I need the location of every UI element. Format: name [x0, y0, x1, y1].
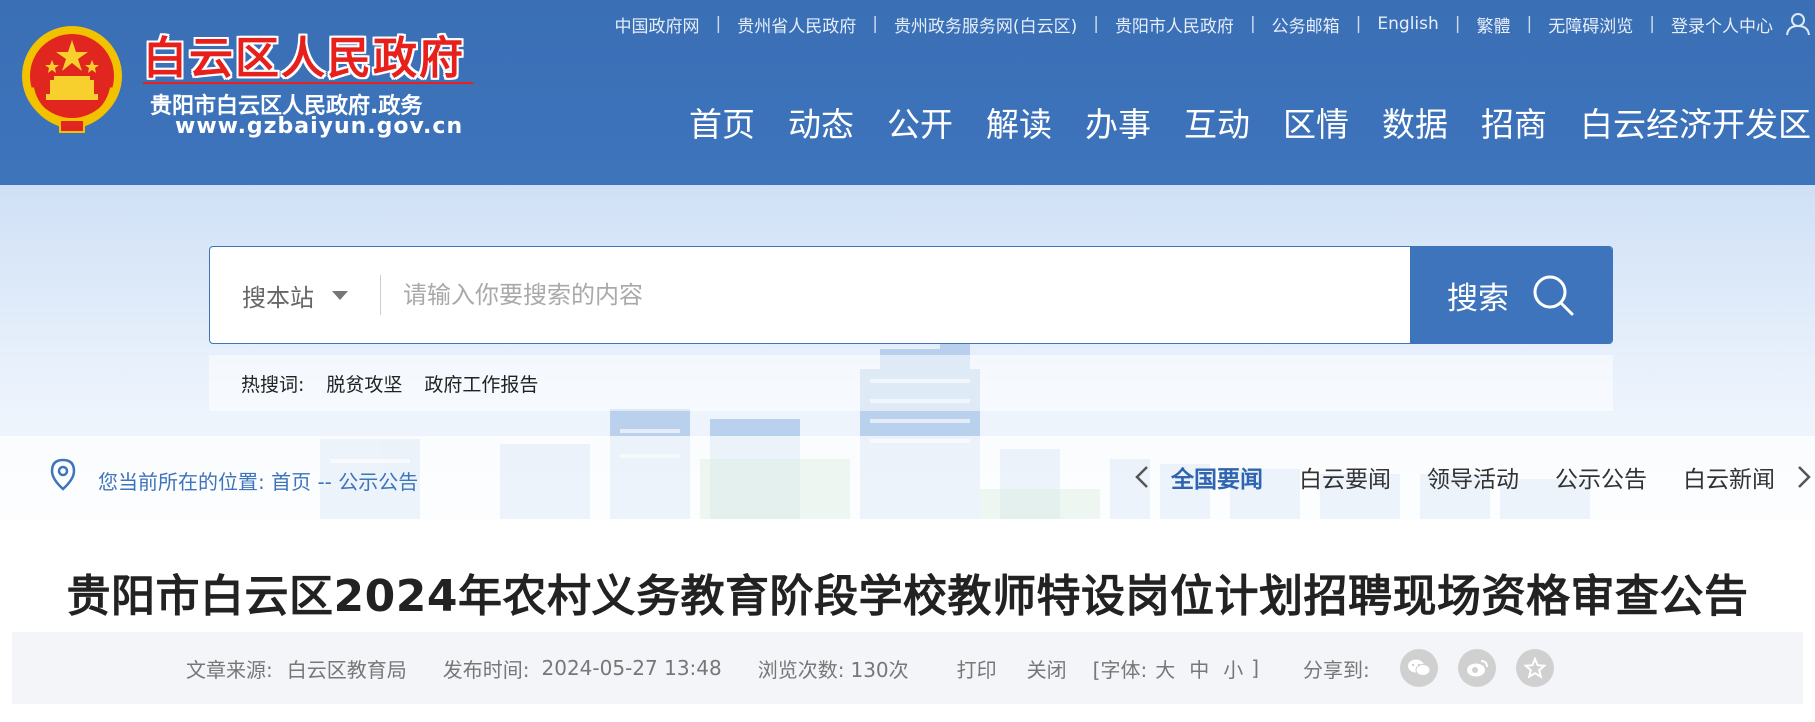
breadcrumb-home[interactable]: 首页 [271, 470, 311, 494]
toplink-separator: | [1093, 14, 1099, 34]
hot-search-item[interactable]: 脱贫攻坚 [326, 370, 402, 397]
font-size-small[interactable]: 小 [1223, 654, 1243, 683]
hot-search-bar: 热搜词: 脱贫攻坚 政府工作报告 [209, 355, 1613, 411]
breadcrumb-prefix: 您当前所在的位置: [98, 470, 265, 494]
search-icon [1533, 275, 1574, 316]
toplink-accessibility[interactable]: 无障碍浏览 [1548, 12, 1633, 37]
nav-services[interactable]: 办事 [1085, 98, 1151, 146]
search-button-label: 搜索 [1447, 280, 1509, 317]
site-header: 白云区人民政府 贵阳市白云区人民政府.政务 www.gzbaiyun.gov.c… [0, 0, 1815, 185]
search-banner: 搜本站 搜索 热搜词: 脱贫攻坚 政府工作报告 您当前所在的位置: 首页 -- … [0, 185, 1815, 519]
nav-home[interactable]: 首页 [689, 98, 755, 146]
chevron-left-icon[interactable] [1131, 462, 1153, 492]
toplink-guizhou-service[interactable]: 贵州政务服务网(白云区) [894, 12, 1077, 37]
toplink-separator: | [1649, 14, 1655, 34]
font-size-open: [字体: [1092, 657, 1148, 682]
news-tabs: 全国要闻 白云要闻 领导活动 公示公告 白云新闻 [1131, 460, 1815, 494]
wechat-icon[interactable] [1399, 649, 1438, 687]
tab-baiyun-news[interactable]: 白云要闻 [1299, 460, 1391, 494]
nav-interact[interactable]: 互动 [1184, 98, 1250, 146]
nav-public[interactable]: 公开 [887, 98, 953, 146]
search-button[interactable]: 搜索 [1410, 247, 1612, 343]
close-button[interactable]: 关闭 [1027, 654, 1067, 683]
site-title: 白云区人民政府 [143, 33, 465, 84]
top-links: 中国政府网 | 贵州省人民政府 | 贵州政务服务网(白云区) | 贵阳市人民政府… [614, 12, 1815, 37]
breadcrumb-bar: 您当前所在的位置: 首页 -- 公示公告 全国要闻 白云要闻 领导活动 公示公告… [0, 436, 1815, 519]
toplink-separator: | [872, 14, 878, 34]
nav-district[interactable]: 区情 [1283, 98, 1349, 146]
breadcrumb-separator: -- [317, 470, 332, 494]
article-meta-bar: 文章来源: 白云区教育局 发布时间: 2024-05-27 13:48 浏览次数… [12, 632, 1803, 704]
hot-search-item[interactable]: 政府工作报告 [424, 370, 538, 397]
views-label: 浏览次数: [757, 657, 845, 682]
nav-invest[interactable]: 招商 [1481, 98, 1547, 146]
toplink-login[interactable]: 登录个人中心 [1671, 12, 1773, 37]
font-size-close: ] [1251, 656, 1260, 680]
hot-search-label: 热搜词: [241, 373, 305, 396]
publish-time-value: 2024-05-27 13:48 [541, 656, 722, 680]
toplink-guiyang-gov[interactable]: 贵阳市人民政府 [1115, 12, 1234, 37]
nav-economic-zone[interactable]: 白云经济开发区 [1580, 98, 1811, 146]
breadcrumb-current[interactable]: 公示公告 [338, 470, 418, 494]
main-nav: 首页 动态 公开 解读 办事 互动 区情 数据 招商 白云经济开发区 [656, 98, 1811, 146]
toplink-gov-cn[interactable]: 中国政府网 [614, 12, 699, 37]
toplink-separator: | [715, 14, 722, 34]
toplink-traditional[interactable]: 繁體 [1477, 12, 1511, 37]
toplink-guizhou-gov[interactable]: 贵州省人民政府 [737, 12, 856, 37]
star-icon[interactable] [1515, 649, 1554, 687]
title-underline [143, 82, 473, 84]
user-icon[interactable] [1785, 12, 1811, 36]
views-value: 130次 [850, 657, 909, 682]
tab-baiyun-press[interactable]: 白云新闻 [1683, 460, 1775, 494]
site-url: www.gzbaiyun.gov.cn [175, 114, 464, 139]
tab-announcements[interactable]: 公示公告 [1555, 460, 1647, 494]
print-button[interactable]: 打印 [957, 654, 997, 683]
search-input[interactable] [381, 247, 1410, 343]
toplink-separator: | [1526, 14, 1533, 34]
tab-national-news[interactable]: 全国要闻 [1171, 460, 1263, 494]
toplink-separator: | [1454, 14, 1461, 34]
chevron-right-icon[interactable] [1793, 462, 1815, 492]
nav-news[interactable]: 动态 [788, 98, 854, 146]
share-label: 分享到: [1303, 657, 1370, 682]
tab-leader-activities[interactable]: 领导活动 [1427, 460, 1519, 494]
location-pin-icon [50, 458, 76, 491]
font-size-medium[interactable]: 中 [1189, 654, 1209, 683]
article-title: 贵阳市白云区2024年农村义务教育阶段学校教师特设岗位计划招聘现场资格审查公告 [66, 571, 1749, 622]
publish-time-label: 发布时间: [442, 657, 530, 682]
nav-interpret[interactable]: 解读 [986, 98, 1052, 146]
nav-data[interactable]: 数据 [1382, 98, 1448, 146]
font-size-large[interactable]: 大 [1155, 654, 1175, 683]
search-box: 搜本站 搜索 [209, 246, 1613, 344]
toplink-english[interactable]: English [1377, 14, 1438, 34]
weibo-icon[interactable] [1457, 649, 1496, 687]
toplink-mail[interactable]: 公务邮箱 [1272, 12, 1340, 37]
source-label: 文章来源: [186, 657, 273, 682]
chevron-down-icon [332, 290, 348, 300]
breadcrumb: 您当前所在的位置: 首页 -- 公示公告 [98, 466, 418, 495]
toplink-separator: | [1355, 14, 1362, 34]
search-scope-select[interactable]: 搜本站 [210, 247, 370, 343]
national-emblem-icon [22, 26, 122, 133]
source-value: 白云区教育局 [286, 657, 407, 682]
toplink-separator: | [1249, 14, 1256, 34]
search-scope-label: 搜本站 [242, 283, 314, 312]
